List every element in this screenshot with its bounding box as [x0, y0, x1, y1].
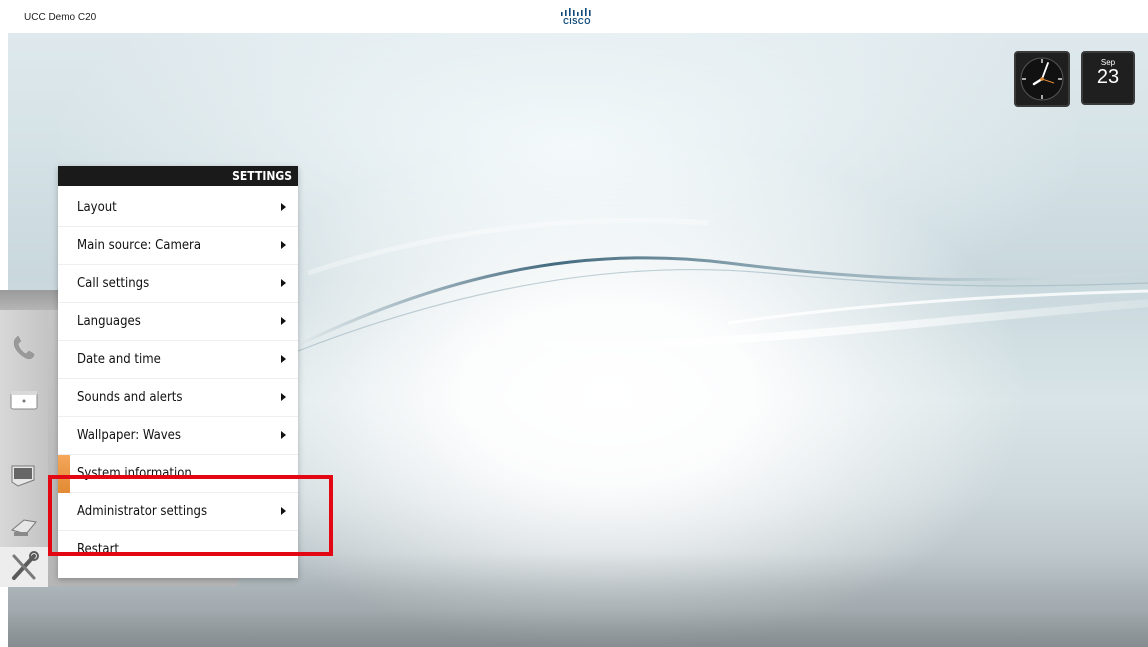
cisco-wordmark: CISCO — [563, 17, 591, 26]
chevron-right-icon — [281, 203, 286, 211]
menu-item-label: Layout — [77, 200, 117, 215]
settings-tools-icon — [12, 551, 39, 580]
phone-icon[interactable] — [8, 332, 40, 362]
menu-item-wallpaper[interactable]: Wallpaper: Waves — [58, 417, 298, 455]
menu-item-label: Main source: Camera — [77, 238, 202, 253]
settings-menu: SETTINGS Layout Main source: Camera Call… — [58, 166, 298, 578]
menu-item-call-settings[interactable]: Call settings — [58, 265, 298, 303]
chevron-right-icon — [281, 355, 286, 363]
selection-indicator — [58, 455, 70, 493]
menu-item-administrator-settings[interactable]: Administrator settings — [58, 493, 298, 531]
date-day: 23 — [1096, 66, 1120, 88]
menu-item-label: Wallpaper: Waves — [77, 428, 181, 443]
menu-item-label: Administrator settings — [77, 504, 208, 519]
menu-item-label: Restart — [77, 542, 119, 557]
top-bar: UCC Demo C20 CISCO — [0, 0, 1148, 33]
menu-item-system-information[interactable]: System information — [58, 455, 298, 493]
clock-widget[interactable] — [1014, 51, 1070, 107]
chevron-right-icon — [281, 279, 286, 287]
menu-item-label: System information — [77, 466, 192, 481]
directory-icon[interactable] — [8, 386, 40, 416]
device-name: UCC Demo C20 — [24, 12, 97, 23]
menu-item-label: Call settings — [77, 276, 150, 291]
menu-item-label: Date and time — [77, 352, 161, 367]
chevron-right-icon — [281, 317, 286, 325]
menu-item-date-time[interactable]: Date and time — [58, 341, 298, 379]
chevron-right-icon — [281, 507, 286, 515]
chevron-right-icon — [281, 393, 286, 401]
menu-item-label: Sounds and alerts — [77, 390, 183, 405]
menu-item-layout[interactable]: Layout — [58, 189, 298, 227]
menu-item-sounds-alerts[interactable]: Sounds and alerts — [58, 379, 298, 417]
menu-item-label: Languages — [77, 314, 141, 329]
menu-item-languages[interactable]: Languages — [58, 303, 298, 341]
menu-item-main-source[interactable]: Main source: Camera — [58, 227, 298, 265]
date-widget[interactable]: Sep 23 — [1081, 51, 1135, 105]
settings-menu-header: SETTINGS — [58, 166, 298, 186]
cisco-logo: CISCO — [557, 8, 597, 32]
menu-item-restart[interactable]: Restart — [58, 531, 298, 569]
chevron-right-icon — [281, 241, 286, 249]
chevron-right-icon — [281, 431, 286, 439]
dock-icon-strip — [0, 310, 48, 587]
settings-menu-title: SETTINGS — [232, 169, 292, 183]
dock-item-settings[interactable] — [0, 547, 48, 587]
presentation-icon[interactable] — [8, 462, 40, 492]
camera-icon[interactable] — [8, 510, 40, 540]
analog-clock-icon — [1020, 57, 1064, 101]
